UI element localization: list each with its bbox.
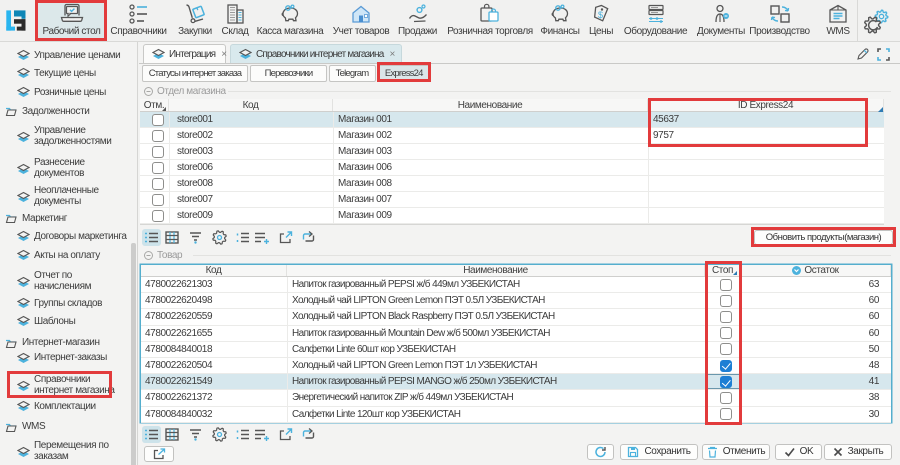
svg-text:$: $: [598, 10, 603, 20]
